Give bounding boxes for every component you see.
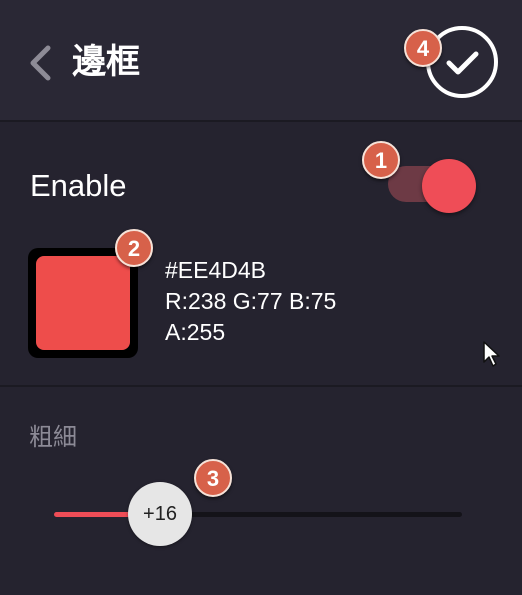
color-info: #EE4D4B R:238 G:77 B:75 A:255 xyxy=(165,255,336,348)
page-title: 邊框 xyxy=(72,42,140,82)
chevron-left-icon[interactable] xyxy=(26,44,56,82)
step-badge-3: 3 xyxy=(194,459,232,497)
enable-toggle[interactable] xyxy=(388,155,480,215)
color-swatch[interactable] xyxy=(28,248,138,358)
toggle-knob xyxy=(422,159,476,213)
color-alpha-value: A:255 xyxy=(165,319,226,345)
step-badge-1: 1 xyxy=(362,141,400,179)
color-swatch-fill xyxy=(36,256,130,350)
mouse-cursor-icon xyxy=(483,341,500,367)
slider-thumb[interactable]: +16 xyxy=(128,482,192,546)
thickness-label: 粗細 xyxy=(29,423,77,451)
enable-label: Enable xyxy=(30,168,127,203)
thickness-slider[interactable]: +16 xyxy=(54,480,464,550)
step-badge-4: 4 xyxy=(404,29,442,67)
step-badge-2: 2 xyxy=(115,229,153,267)
header-bar: 邊框 xyxy=(0,0,522,122)
color-rgb-value: R:238 G:77 B:75 xyxy=(165,288,337,314)
color-hex-value: #EE4D4B xyxy=(165,257,267,283)
